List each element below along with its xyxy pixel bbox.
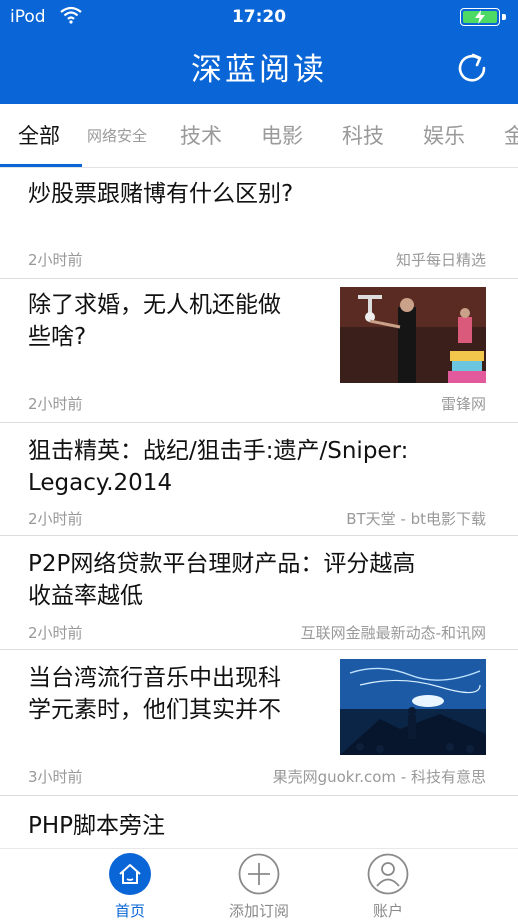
refresh-button[interactable] bbox=[452, 48, 492, 88]
article-title: 炒股票跟赌博有什么区别? bbox=[28, 181, 294, 207]
article-item[interactable]: 炒股票跟赌博有什么区别? 2小时前 知乎每日精选 bbox=[0, 168, 518, 279]
app-title: 深蓝阅读 bbox=[191, 52, 327, 88]
article-source: 雷锋网 bbox=[440, 395, 486, 413]
tabbar-add-subscription[interactable]: 添加订阅 bbox=[209, 849, 309, 920]
refresh-icon bbox=[458, 53, 486, 82]
article-title: P2P网络贷款平台理财产品：评分越高 收益率越低 bbox=[28, 551, 416, 609]
tab-finance[interactable]: 金 bbox=[504, 104, 518, 167]
tabbar-home[interactable]: 首页 bbox=[80, 849, 180, 920]
user-icon bbox=[367, 853, 409, 895]
tab-all[interactable]: 全部 bbox=[18, 104, 60, 167]
article-feed[interactable]: 炒股票跟赌博有什么区别? 2小时前 知乎每日精选 除了求婚，无人机还能做 些啥? bbox=[0, 168, 518, 848]
article-time: 3小时前 bbox=[28, 768, 83, 786]
article-source: 果壳网guokr.com - 科技有意思 bbox=[272, 768, 486, 786]
tab-entertainment[interactable]: 娱乐 bbox=[423, 104, 465, 167]
status-bar: iPod 17:20 bbox=[0, 0, 518, 34]
clock: 17:20 bbox=[231, 7, 287, 27]
article-title: 狙击精英：战纪/狙击手:遗产/Sniper: Legacy.2014 bbox=[28, 438, 409, 496]
article-title: 除了求婚，无人机还能做 些啥? bbox=[28, 292, 281, 350]
category-tabs: 全部 网络安全 技术 电影 科技 娱乐 金 bbox=[0, 104, 518, 168]
article-thumbnail bbox=[340, 287, 486, 383]
article-thumbnail bbox=[340, 659, 486, 755]
tabbar-account-label: 账户 bbox=[372, 902, 403, 920]
concert-stage-image bbox=[340, 659, 486, 755]
article-item[interactable]: P2P网络贷款平台理财产品：评分越高 收益率越低 2小时前 互联网金融最新动态-… bbox=[0, 536, 518, 650]
drone-proposal-image bbox=[340, 287, 486, 383]
tab-tech[interactable]: 技术 bbox=[180, 104, 222, 167]
article-time: 2小时前 bbox=[28, 251, 83, 269]
article-time: 2小时前 bbox=[28, 624, 83, 642]
article-title: PHP脚本旁注 bbox=[28, 813, 166, 839]
article-source: 知乎每日精选 bbox=[395, 251, 486, 269]
article-item[interactable]: 当台湾流行音乐中出现科 学元素时，他们其实并不 3小时前 果壳网guokr.co… bbox=[0, 650, 518, 796]
plus-circle-icon bbox=[238, 853, 280, 895]
home-icon bbox=[109, 853, 151, 895]
app-header: iPod 17:20 深蓝阅读 bbox=[0, 0, 518, 104]
tabbar-home-label: 首页 bbox=[114, 902, 145, 920]
battery-icon bbox=[460, 8, 506, 26]
article-item[interactable]: 除了求婚，无人机还能做 些啥? 2小时前 雷锋网 bbox=[0, 279, 518, 423]
tabbar-account[interactable]: 账户 bbox=[338, 849, 438, 920]
charging-bolt-icon bbox=[475, 10, 485, 24]
active-tab-indicator bbox=[0, 164, 82, 167]
article-time: 2小时前 bbox=[28, 395, 83, 413]
article-source: 互联网金融最新动态-和讯网 bbox=[300, 624, 486, 642]
tabbar-add-subscription-label: 添加订阅 bbox=[228, 902, 289, 920]
article-source: BT天堂 - bt电影下载 bbox=[346, 510, 486, 528]
tab-network-security[interactable]: 网络安全 bbox=[87, 104, 147, 167]
article-title: 当台湾流行音乐中出现科 学元素时，他们其实并不 bbox=[28, 665, 281, 723]
tab-movies[interactable]: 电影 bbox=[261, 104, 303, 167]
bottom-tab-bar: 首页 添加订阅 账户 bbox=[0, 848, 518, 920]
tab-science[interactable]: 科技 bbox=[342, 104, 384, 167]
article-item[interactable]: 狙击精英：战纪/狙击手:遗产/Sniper: Legacy.2014 2小时前 … bbox=[0, 423, 518, 536]
article-time: 2小时前 bbox=[28, 510, 83, 528]
article-item[interactable]: PHP脚本旁注 bbox=[0, 796, 518, 848]
